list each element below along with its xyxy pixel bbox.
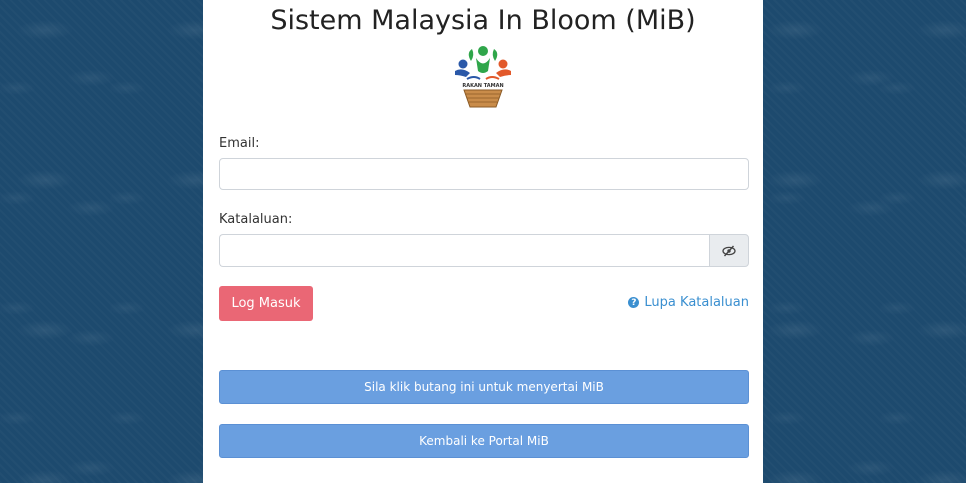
login-card: Sistem Malaysia In Bloom (MiB) RAKAN TAM… bbox=[203, 0, 763, 483]
join-mib-button[interactable]: Sila klik butang ini untuk menyertai MiB bbox=[219, 370, 749, 404]
forgot-password-label: Lupa Katalaluan bbox=[644, 295, 749, 310]
password-group bbox=[219, 234, 749, 267]
page-title: Sistem Malaysia In Bloom (MiB) bbox=[270, 5, 696, 36]
eye-slash-icon bbox=[722, 245, 736, 256]
toggle-password-button[interactable] bbox=[709, 234, 749, 267]
question-circle-icon: ? bbox=[628, 297, 640, 308]
logo-caption: RAKAN TAMAN bbox=[462, 83, 503, 89]
forgot-password-link[interactable]: ? Lupa Katalaluan bbox=[628, 295, 749, 310]
password-field[interactable] bbox=[219, 234, 710, 267]
email-field[interactable] bbox=[219, 158, 749, 190]
back-to-portal-button[interactable]: Kembali ke Portal MiB bbox=[219, 424, 749, 458]
email-label: Email: bbox=[219, 136, 260, 151]
rakan-taman-logo: RAKAN TAMAN bbox=[455, 46, 511, 108]
password-label: Katalaluan: bbox=[219, 212, 293, 227]
login-button[interactable]: Log Masuk bbox=[219, 286, 313, 321]
